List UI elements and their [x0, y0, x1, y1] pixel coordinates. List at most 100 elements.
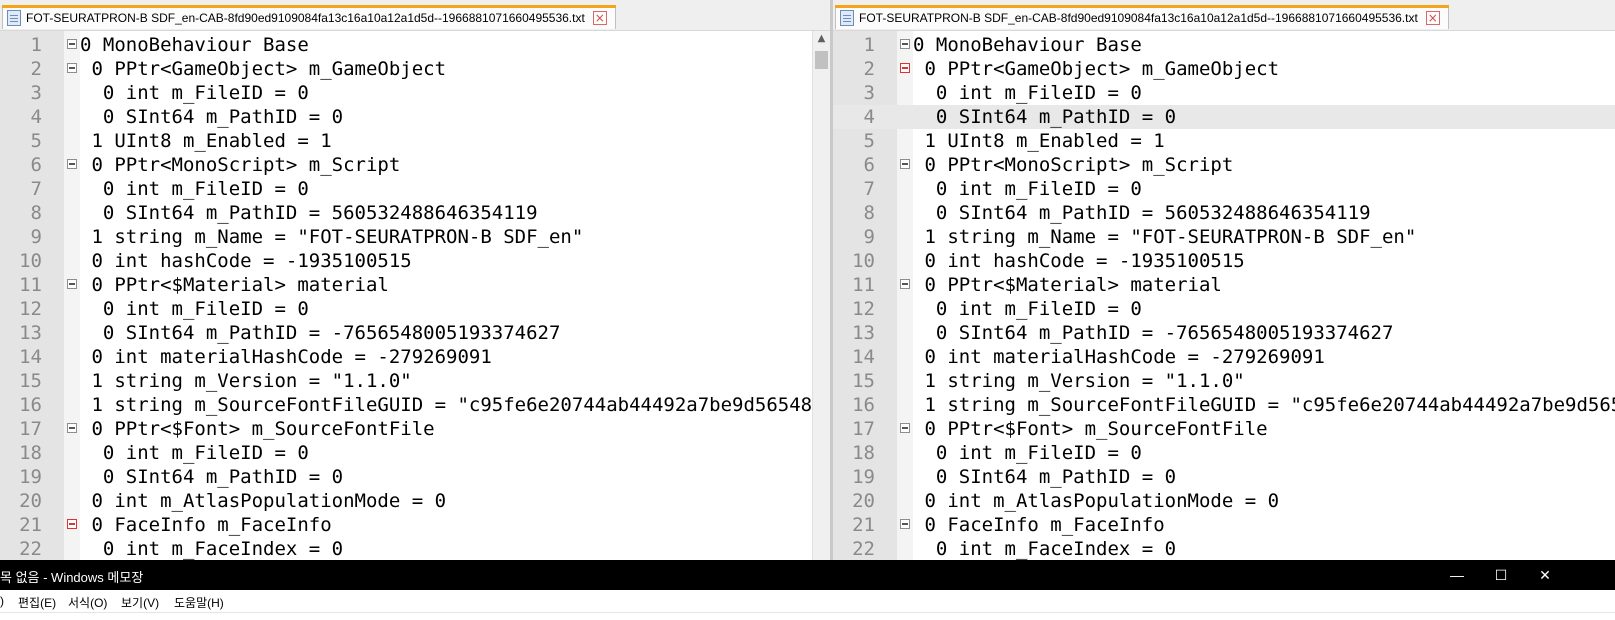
menu-edit[interactable]: 편집(E)	[18, 594, 56, 611]
code-line[interactable]: 1 0 MonoBehaviour Base	[833, 33, 1615, 57]
code-text: 0 int m_AtlasPopulationMode = 0	[913, 490, 1280, 512]
fold-toggle-icon[interactable]	[67, 159, 77, 169]
fold-toggle-icon[interactable]	[67, 423, 77, 433]
code-line[interactable]: 12 0 int m_FileID = 0	[833, 297, 1615, 321]
code-line[interactable]: 16 1 string m_SourceFontFileGUID = "c95f…	[0, 393, 830, 417]
code-text: 0 PPtr<GameObject> m_GameObject	[80, 58, 447, 80]
notepad-window: 목 없음 - Windows 메모장 — ☐ ✕ ) 편집(E) 서식(O) 보…	[0, 560, 1615, 620]
fold-toggle-icon[interactable]	[67, 519, 77, 529]
code-line[interactable]: 21 0 FaceInfo m_FaceInfo	[833, 513, 1615, 537]
code-line[interactable]: 20 0 int m_AtlasPopulationMode = 0	[0, 489, 830, 513]
code-line[interactable]: 4 0 SInt64 m_PathID = 0	[833, 105, 1615, 129]
left-editor[interactable]: 10 MonoBehaviour Base 2 0 PPtr<GameObject…	[0, 31, 830, 560]
fold-toggle-icon[interactable]	[900, 279, 910, 289]
menu-format[interactable]: 서식(O)	[68, 594, 107, 611]
line-number: 20	[19, 490, 42, 512]
code-text: 0 SInt64 m_PathID = 0	[913, 466, 1177, 488]
code-line[interactable]: 19 0 SInt64 m_PathID = 0	[0, 465, 830, 489]
menu-view[interactable]: 보기(V)	[121, 594, 159, 611]
code-line[interactable]: 3 0 int m_FileID = 0	[833, 81, 1615, 105]
code-line[interactable]: 22 0 int m_FaceIndex = 0	[833, 537, 1615, 560]
menu-file-fragment[interactable]: )	[0, 594, 4, 608]
code-text: 1 string m_SourceFontFileGUID = "c95fe6e…	[80, 394, 830, 416]
fold-toggle-icon[interactable]	[67, 63, 77, 73]
right-editor[interactable]: 10 MonoBehaviour Base 2 0 PPtr<GameObject…	[833, 31, 1615, 560]
code-text: 0 int materialHashCode = -279269091	[913, 346, 1325, 368]
line-number: 11	[852, 274, 875, 296]
line-number: 11	[19, 274, 42, 296]
code-line[interactable]: 8 0 SInt64 m_PathID = 560532488646354119	[833, 201, 1615, 225]
code-line[interactable]: 15 1 string m_Version = "1.1.0"	[0, 369, 830, 393]
line-number: 10	[852, 250, 875, 272]
code-line[interactable]: 8 0 SInt64 m_PathID = 560532488646354119	[0, 201, 830, 225]
code-line[interactable]: 1 0 MonoBehaviour Base	[0, 33, 830, 57]
code-line[interactable]: 9 1 string m_Name = "FOT-SEURATPRON-B SD…	[0, 225, 830, 249]
code-line[interactable]: 2 0 PPtr<GameObject> m_GameObject	[0, 57, 830, 81]
fold-toggle-icon[interactable]	[900, 519, 910, 529]
code-line[interactable]: 10 0 int hashCode = -1935100515	[0, 249, 830, 273]
code-text: 0 int m_FileID = 0	[80, 178, 309, 200]
code-line[interactable]: 7 0 int m_FileID = 0	[0, 177, 830, 201]
code-line[interactable]: 16 1 string m_SourceFontFileGUID = "c95f…	[833, 393, 1615, 417]
code-line[interactable]: 5 1 UInt8 m_Enabled = 1	[0, 129, 830, 153]
notepad-menu-bar: ) 편집(E) 서식(O) 보기(V) 도움말(H)	[0, 590, 1615, 612]
code-line[interactable]: 15 1 string m_Version = "1.1.0"	[833, 369, 1615, 393]
code-line[interactable]: 17 0 PPtr<$Font> m_SourceFontFile	[0, 417, 830, 441]
code-line[interactable]: 20 0 int m_AtlasPopulationMode = 0	[833, 489, 1615, 513]
code-line[interactable]: 9 1 string m_Name = "FOT-SEURATPRON-B SD…	[833, 225, 1615, 249]
code-line[interactable]: 18 0 int m_FileID = 0	[0, 441, 830, 465]
notepad-text-area[interactable]	[0, 612, 1615, 620]
close-icon[interactable]: ×	[1425, 10, 1440, 25]
code-line[interactable]: 11 0 PPtr<$Material> material	[833, 273, 1615, 297]
code-line[interactable]: 11 0 PPtr<$Material> material	[0, 273, 830, 297]
code-line[interactable]: 10 0 int hashCode = -1935100515	[833, 249, 1615, 273]
right-file-tab[interactable]: FOT-SEURATPRON-B SDF_en-CAB-8fd90ed91090…	[835, 5, 1449, 29]
scrollbar-thumb[interactable]	[815, 51, 828, 69]
code-line[interactable]: 21 0 FaceInfo m_FaceInfo	[0, 513, 830, 537]
code-text: 0 PPtr<GameObject> m_GameObject	[913, 58, 1280, 80]
code-line[interactable]: 4 0 SInt64 m_PathID = 0	[0, 105, 830, 129]
code-line[interactable]: 5 1 UInt8 m_Enabled = 1	[833, 129, 1615, 153]
close-icon[interactable]: ✕	[1523, 560, 1567, 590]
scroll-up-icon[interactable]: ▲	[813, 33, 830, 44]
code-text: 0 int m_FileID = 0	[80, 298, 309, 320]
line-number: 13	[19, 322, 42, 344]
code-line[interactable]: 14 0 int materialHashCode = -279269091	[0, 345, 830, 369]
code-line[interactable]: 6 0 PPtr<MonoScript> m_Script	[833, 153, 1615, 177]
close-icon[interactable]: ×	[592, 10, 607, 25]
maximize-icon[interactable]: ☐	[1479, 560, 1523, 590]
line-number: 2	[30, 58, 42, 80]
code-line[interactable]: 2 0 PPtr<GameObject> m_GameObject	[833, 57, 1615, 81]
code-line[interactable]: 19 0 SInt64 m_PathID = 0	[833, 465, 1615, 489]
line-number: 22	[19, 538, 42, 560]
code-text: 1 string m_Version = "1.1.0"	[913, 370, 1245, 392]
code-text: 0 int hashCode = -1935100515	[913, 250, 1245, 272]
code-line[interactable]: 7 0 int m_FileID = 0	[833, 177, 1615, 201]
line-number: 4	[863, 106, 875, 128]
menu-help[interactable]: 도움말(H)	[174, 594, 224, 611]
code-line[interactable]: 17 0 PPtr<$Font> m_SourceFontFile	[833, 417, 1615, 441]
fold-toggle-icon[interactable]	[900, 63, 910, 73]
fold-toggle-icon[interactable]	[67, 39, 77, 49]
line-number: 21	[852, 514, 875, 536]
fold-toggle-icon[interactable]	[67, 279, 77, 289]
code-line[interactable]: 18 0 int m_FileID = 0	[833, 441, 1615, 465]
code-line[interactable]: 6 0 PPtr<MonoScript> m_Script	[0, 153, 830, 177]
code-line[interactable]: 13 0 SInt64 m_PathID = -7656548005193374…	[0, 321, 830, 345]
line-number: 18	[852, 442, 875, 464]
code-line[interactable]: 14 0 int materialHashCode = -279269091	[833, 345, 1615, 369]
code-text: 0 PPtr<$Font> m_SourceFontFile	[913, 418, 1268, 440]
minimize-icon[interactable]: —	[1435, 560, 1479, 590]
code-line[interactable]: 22 0 int m_FaceIndex = 0	[0, 537, 830, 560]
code-line[interactable]: 12 0 int m_FileID = 0	[0, 297, 830, 321]
fold-toggle-icon[interactable]	[900, 39, 910, 49]
left-file-tab[interactable]: FOT-SEURATPRON-B SDF_en-CAB-8fd90ed91090…	[1, 5, 616, 29]
notepad-title-bar[interactable]: 목 없음 - Windows 메모장 — ☐ ✕	[0, 560, 1615, 590]
code-text: 0 MonoBehaviour Base	[80, 34, 309, 56]
code-line[interactable]: 3 0 int m_FileID = 0	[0, 81, 830, 105]
vertical-scrollbar[interactable]: ▲	[812, 31, 830, 560]
code-text: 0 int m_AtlasPopulationMode = 0	[80, 490, 447, 512]
fold-toggle-icon[interactable]	[900, 159, 910, 169]
code-line[interactable]: 13 0 SInt64 m_PathID = -7656548005193374…	[833, 321, 1615, 345]
fold-toggle-icon[interactable]	[900, 423, 910, 433]
